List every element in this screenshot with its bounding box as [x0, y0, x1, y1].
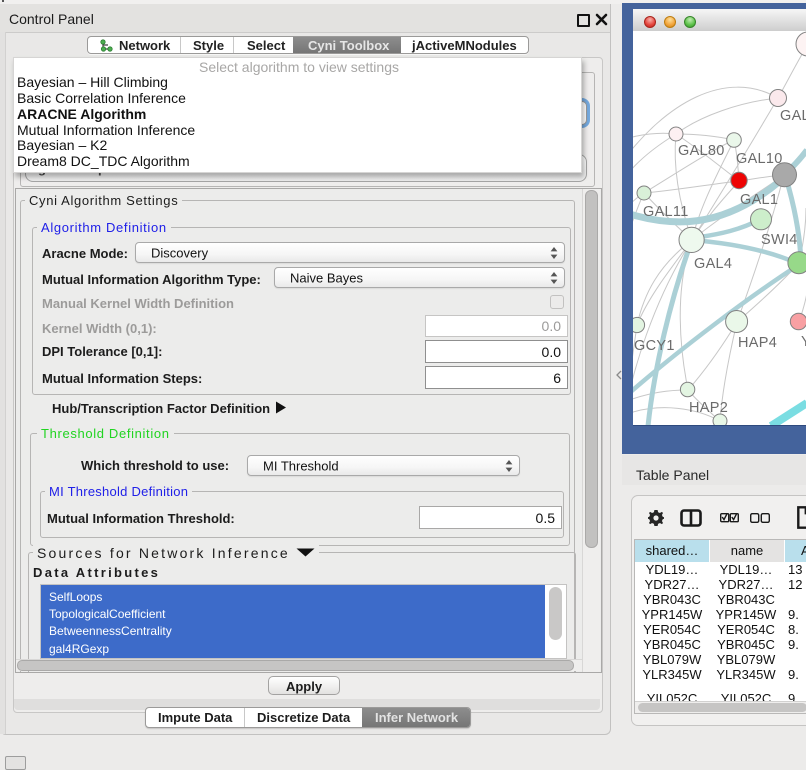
svg-text:GAL11: GAL11	[643, 204, 689, 220]
svg-text:HAP2: HAP2	[689, 400, 728, 416]
svg-text:YJ: YJ	[801, 334, 806, 350]
svg-text:GAL2: GAL2	[780, 108, 806, 124]
svg-text:SWI4: SWI4	[761, 232, 798, 248]
svg-text:GAL10: GAL10	[736, 151, 783, 167]
svg-text:GAL1: GAL1	[740, 192, 778, 208]
svg-text:HAP4: HAP4	[738, 335, 777, 351]
svg-text:GCY1: GCY1	[634, 338, 675, 354]
svg-text:GAL4: GAL4	[694, 256, 732, 272]
svg-text:GAL80: GAL80	[678, 143, 725, 159]
